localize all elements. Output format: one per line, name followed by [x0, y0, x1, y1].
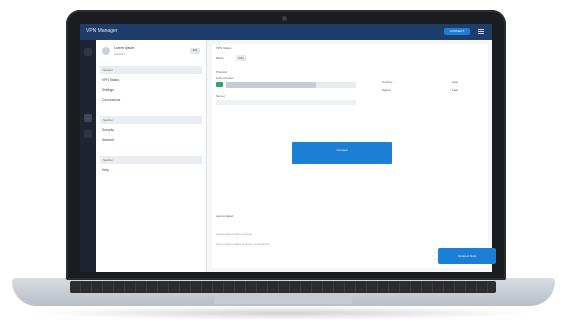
webcam: [282, 16, 287, 21]
country-value: Auto: [452, 80, 459, 84]
last-updated-text: Last updated: [216, 214, 234, 218]
auto-connect-toggle[interactable]: [216, 82, 223, 87]
footer-text: Lorem ipsum dolor sit amet, consectetur: [216, 242, 270, 246]
laptop-shadow: [30, 306, 537, 320]
app-bar: VPN Manager CONNECT: [80, 24, 492, 40]
auto-connect-label: Auto-connect: [216, 76, 234, 80]
connect-now-button[interactable]: Connect Now: [438, 248, 496, 264]
rail-item[interactable]: [84, 48, 92, 56]
laptop-screen: VPN Manager CONNECT Lorem Ipsum Account …: [80, 24, 492, 272]
menu-icon[interactable]: [478, 28, 484, 34]
section-header: Section: [100, 66, 202, 74]
speed-label: Speed: [382, 88, 391, 92]
footer-text: Lorem ipsum dolor sit amet: [216, 232, 253, 236]
server-field[interactable]: [216, 100, 356, 105]
mode-label: Mode: [216, 56, 224, 60]
protocol-slider-fill: [226, 82, 316, 88]
nav-rail: [80, 40, 96, 272]
user-role: Account: [114, 52, 125, 56]
protocol-label: Protocol: [216, 70, 228, 74]
sidebar-item-connections[interactable]: Connections: [102, 98, 120, 102]
sidebar-item-vpn-status[interactable]: VPN Status: [102, 78, 119, 82]
user-block: Lorem Ipsum Account Edit: [102, 45, 200, 61]
edit-user-button[interactable]: Edit: [190, 48, 200, 54]
laptop-keyboard: [70, 281, 496, 293]
avatar: [102, 47, 110, 55]
country-label: Country: [382, 80, 393, 84]
account-button[interactable]: CONNECT: [444, 28, 470, 35]
connect-button[interactable]: Connect: [292, 142, 392, 164]
mode-select[interactable]: Auto: [236, 55, 246, 61]
rail-item-active[interactable]: [84, 114, 92, 122]
user-name: Lorem Ipsum: [114, 46, 135, 50]
sidebar-item-network[interactable]: Network: [102, 138, 114, 142]
side-panel: Lorem Ipsum Account Edit Section VPN Sta…: [96, 40, 207, 272]
server-label: Server: [216, 94, 225, 98]
section-header: Section: [100, 156, 202, 164]
laptop-lid: VPN Manager CONNECT Lorem Ipsum Account …: [66, 10, 506, 280]
status-label: VPN Status: [216, 46, 232, 50]
rail-item[interactable]: [84, 130, 92, 138]
sidebar-item-security[interactable]: Security: [102, 128, 114, 132]
section-header: Section: [100, 116, 202, 124]
speed-value: Fast: [452, 88, 458, 92]
sidebar-item-settings[interactable]: Settings: [102, 88, 114, 92]
laptop-trackpad: [214, 296, 352, 304]
app-title: VPN Manager: [86, 28, 118, 34]
sidebar-item-help[interactable]: Help: [102, 168, 109, 172]
